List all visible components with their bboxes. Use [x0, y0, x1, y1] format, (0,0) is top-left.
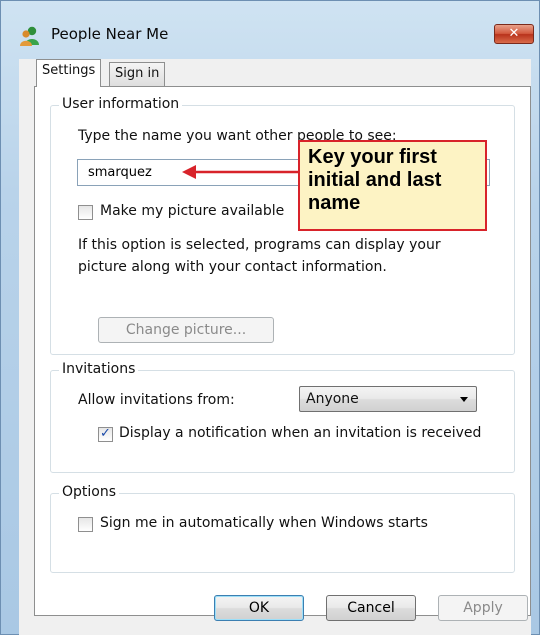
- close-button[interactable]: ✕: [494, 24, 534, 44]
- apply-button[interactable]: Apply: [438, 595, 528, 621]
- tab-settings[interactable]: Settings: [36, 59, 102, 87]
- invitations-group: Invitations Allow invitations from: Anyo…: [50, 361, 515, 473]
- select-value: Anyone: [306, 391, 359, 407]
- help-text-line2: picture along with your contact informat…: [78, 259, 387, 275]
- cancel-button[interactable]: Cancel: [326, 595, 416, 621]
- auto-signin-checkbox[interactable]: [78, 517, 93, 532]
- auto-signin-label: Sign me in automatically when Windows st…: [100, 515, 428, 531]
- change-picture-button[interactable]: Change picture...: [98, 317, 274, 343]
- options-group: Options Sign me in automatically when Wi…: [50, 484, 515, 573]
- notify-checkbox[interactable]: [98, 426, 113, 442]
- group-legend: Options: [59, 484, 120, 500]
- callout-line: name: [308, 192, 361, 214]
- allow-invitations-label: Allow invitations from:: [78, 392, 235, 408]
- tab-sign-in[interactable]: Sign in: [109, 62, 166, 86]
- callout-arrow: [182, 165, 300, 179]
- title-bar[interactable]: People Near Me ✕: [1, 1, 540, 51]
- people-icon: [20, 26, 39, 46]
- callout-line: Key your first: [308, 146, 437, 168]
- group-legend: User information: [59, 96, 183, 112]
- help-text-line1: If this option is selected, programs can…: [78, 237, 441, 253]
- notify-checkbox-label: Display a notification when an invitatio…: [119, 425, 482, 441]
- picture-checkbox-label: Make my picture available: [100, 203, 285, 219]
- chevron-down-icon: [460, 397, 468, 402]
- callout-box: Key your first initial and last name: [298, 140, 487, 231]
- group-legend: Invitations: [59, 361, 139, 377]
- tab-label: Sign in: [115, 66, 160, 81]
- picture-checkbox[interactable]: [78, 205, 93, 220]
- callout-line: initial and last: [308, 169, 442, 191]
- allow-invitations-select[interactable]: Anyone: [299, 386, 477, 412]
- tab-label: Settings: [42, 63, 96, 78]
- window-title: People Near Me: [51, 25, 169, 43]
- dialog-window: People Near Me ✕ Settings Sign in User i…: [0, 0, 540, 635]
- close-icon: ✕: [508, 26, 520, 41]
- ok-button[interactable]: OK: [214, 595, 304, 621]
